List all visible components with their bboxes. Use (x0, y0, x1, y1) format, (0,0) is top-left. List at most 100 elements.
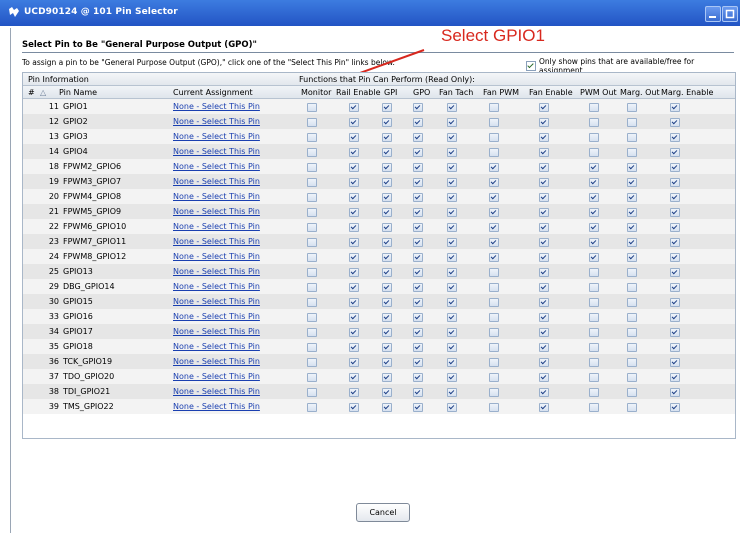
checked-checkbox-icon (382, 193, 392, 202)
minimize-button[interactable] (705, 6, 721, 22)
select-this-pin-link[interactable]: None - Select This Pin (173, 267, 260, 276)
unchecked-checkbox-icon (489, 373, 499, 382)
pin-number: 22 (48, 222, 59, 231)
table-row: 18 FPWM2_GPIO6 None - Select This Pin (23, 159, 735, 174)
checked-checkbox-icon (349, 193, 359, 202)
sort-ascending-icon[interactable]: △ (40, 88, 46, 97)
checked-checkbox-icon (670, 208, 680, 217)
select-this-pin-link[interactable]: None - Select This Pin (173, 102, 260, 111)
checked-checkbox-icon (349, 343, 359, 352)
unchecked-checkbox-icon (489, 118, 499, 127)
checked-checkbox-icon (670, 268, 680, 277)
title-bar: UCD90124 @ 101 Pin Selector (0, 0, 740, 26)
checked-checkbox-icon (447, 253, 457, 262)
pin-number: 33 (48, 312, 59, 321)
pin-name: FPWM8_GPIO12 (63, 252, 127, 261)
checked-checkbox-icon (447, 403, 457, 412)
col-fan-enable: Fan Enable (529, 88, 573, 97)
select-this-pin-link[interactable]: None - Select This Pin (173, 117, 260, 126)
unchecked-checkbox-icon (307, 373, 317, 382)
checked-checkbox-icon (413, 268, 423, 277)
col-fan-pwm: Fan PWM (483, 88, 520, 97)
select-this-pin-link[interactable]: None - Select This Pin (173, 312, 260, 321)
select-this-pin-link[interactable]: None - Select This Pin (173, 132, 260, 141)
checked-checkbox-icon (670, 193, 680, 202)
select-this-pin-link[interactable]: None - Select This Pin (173, 357, 260, 366)
checked-checkbox-icon (382, 253, 392, 262)
unchecked-checkbox-icon (489, 358, 499, 367)
unchecked-checkbox-icon (307, 238, 317, 247)
select-this-pin-link[interactable]: None - Select This Pin (173, 237, 260, 246)
checked-checkbox-icon (382, 313, 392, 322)
checked-checkbox-icon (539, 343, 549, 352)
pin-name: GPIO15 (63, 297, 93, 306)
checked-checkbox-icon (670, 238, 680, 247)
table-row: 38 TDI_GPIO21 None - Select This Pin (23, 384, 735, 399)
checked-checkbox-icon (413, 208, 423, 217)
pin-number: 23 (48, 237, 59, 246)
unchecked-checkbox-icon (307, 343, 317, 352)
unchecked-checkbox-icon (489, 298, 499, 307)
unchecked-checkbox-icon (589, 358, 599, 367)
unchecked-checkbox-icon (307, 358, 317, 367)
pin-name: GPIO4 (63, 147, 88, 156)
checked-checkbox-icon (349, 358, 359, 367)
pin-number: 19 (48, 177, 59, 186)
checked-checkbox-icon (349, 238, 359, 247)
checked-checkbox-icon (670, 403, 680, 412)
checked-checkbox-icon (539, 403, 549, 412)
select-this-pin-link[interactable]: None - Select This Pin (173, 297, 260, 306)
col-current-assignment: Current Assignment (173, 88, 253, 97)
select-this-pin-link[interactable]: None - Select This Pin (173, 222, 260, 231)
select-this-pin-link[interactable]: None - Select This Pin (173, 252, 260, 261)
checked-checkbox-icon (489, 253, 499, 262)
checked-checkbox-icon (382, 268, 392, 277)
maximize-button[interactable] (722, 6, 738, 22)
select-this-pin-link[interactable]: None - Select This Pin (173, 342, 260, 351)
checked-checkbox-icon (627, 253, 637, 262)
unchecked-checkbox-icon (307, 403, 317, 412)
select-this-pin-link[interactable]: None - Select This Pin (173, 162, 260, 171)
select-this-pin-link[interactable]: None - Select This Pin (173, 327, 260, 336)
col-monitor: Monitor (301, 88, 332, 97)
pin-name: FPWM4_GPIO8 (63, 192, 122, 201)
app-icon (9, 7, 19, 17)
checked-checkbox-icon (670, 163, 680, 172)
unchecked-checkbox-icon (589, 118, 599, 127)
select-this-pin-link[interactable]: None - Select This Pin (173, 207, 260, 216)
col-fan-tach: Fan Tach (439, 88, 474, 97)
unchecked-checkbox-icon (627, 373, 637, 382)
checked-checkbox-icon (349, 298, 359, 307)
checked-checkbox-icon (413, 388, 423, 397)
checked-checkbox-icon (382, 328, 392, 337)
select-this-pin-link[interactable]: None - Select This Pin (173, 387, 260, 396)
select-this-pin-link[interactable]: None - Select This Pin (173, 372, 260, 381)
checked-checkbox-icon (589, 178, 599, 187)
select-this-pin-link[interactable]: None - Select This Pin (173, 282, 260, 291)
select-this-pin-link[interactable]: None - Select This Pin (173, 147, 260, 156)
table-row: 39 TMS_GPIO22 None - Select This Pin (23, 399, 735, 414)
table-row: 20 FPWM4_GPIO8 None - Select This Pin (23, 189, 735, 204)
table-row: 13 GPIO3 None - Select This Pin (23, 129, 735, 144)
unchecked-checkbox-icon (589, 148, 599, 157)
checked-checkbox-icon (670, 133, 680, 142)
checked-checkbox-icon (447, 208, 457, 217)
pin-number: 36 (48, 357, 59, 366)
unchecked-checkbox-icon (627, 133, 637, 142)
unchecked-checkbox-icon (489, 403, 499, 412)
select-this-pin-link[interactable]: None - Select This Pin (173, 402, 260, 411)
select-this-pin-link[interactable]: None - Select This Pin (173, 177, 260, 186)
unchecked-checkbox-icon (307, 388, 317, 397)
checked-checkbox-icon (489, 238, 499, 247)
checked-checkbox-icon (413, 343, 423, 352)
table-row: 36 TCK_GPIO19 None - Select This Pin (23, 354, 735, 369)
checked-checkbox-icon (413, 193, 423, 202)
select-this-pin-link[interactable]: None - Select This Pin (173, 192, 260, 201)
pin-name: FPWM7_GPIO11 (63, 237, 127, 246)
pin-number: 13 (48, 132, 59, 141)
unchecked-checkbox-icon (589, 388, 599, 397)
unchecked-checkbox-icon (489, 283, 499, 292)
pin-number: 30 (48, 297, 59, 306)
cancel-button[interactable]: Cancel (356, 503, 410, 522)
checked-checkbox-icon (413, 373, 423, 382)
